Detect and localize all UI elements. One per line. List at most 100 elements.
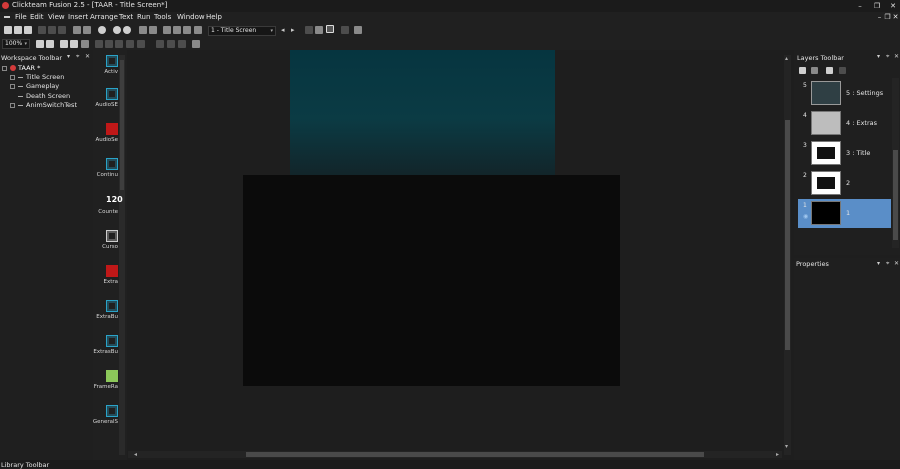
menu-edit[interactable]: Edit [30, 13, 44, 21]
layout-icon[interactable] [163, 26, 171, 34]
menu-file[interactable]: File [15, 13, 27, 21]
align-center-icon[interactable] [167, 40, 175, 48]
snap-icon[interactable] [149, 26, 157, 34]
brush-tool-icon[interactable] [46, 40, 54, 48]
frame-select[interactable]: 1 - Title Screen ▾ [208, 26, 276, 36]
layer-row[interactable]: 5 5 : Settings [798, 79, 891, 108]
general-object-icon[interactable] [106, 405, 118, 417]
pin-icon[interactable]: ⌖ [886, 260, 889, 268]
layer-row[interactable]: 22 [798, 169, 891, 198]
delete-layer-icon[interactable] [811, 67, 818, 74]
system-menu-icon[interactable] [4, 16, 10, 18]
collapse-icon[interactable] [2, 65, 7, 71]
close-button[interactable]: ✕ [886, 1, 900, 11]
panel-menu-icon[interactable]: ▾ [67, 53, 70, 60]
tree-item-animswitchtest[interactable]: AnimSwitchTest [10, 101, 77, 109]
layer-row[interactable]: 1 ◉ 1 [798, 199, 891, 228]
next-frame-icon[interactable]: ▸ [291, 26, 295, 34]
vertical-scroll-thumb[interactable] [785, 120, 790, 350]
pin-icon[interactable]: ⌖ [886, 53, 889, 61]
redo-icon[interactable] [83, 26, 91, 34]
expand-icon[interactable] [10, 74, 15, 80]
active-object-icon[interactable] [106, 55, 118, 67]
red-object-icon[interactable] [106, 123, 118, 135]
pin-icon[interactable]: ⌖ [76, 53, 79, 61]
expand-icon[interactable] [10, 83, 15, 89]
tree-item-death-screen[interactable]: Death Screen [18, 92, 70, 100]
menu-text[interactable]: Text [119, 13, 133, 21]
menu-tools[interactable]: Tools [154, 13, 171, 21]
menu-help[interactable]: Help [206, 13, 222, 21]
save-icon[interactable] [24, 26, 32, 34]
bold-icon[interactable] [105, 40, 113, 48]
align-left-icon[interactable] [156, 40, 164, 48]
frame-area[interactable] [243, 175, 620, 386]
help-icon[interactable] [98, 26, 106, 34]
close-panel-icon[interactable]: ✕ [894, 53, 899, 60]
grid-setup-icon[interactable] [70, 40, 78, 48]
storyboard-icon[interactable] [194, 26, 202, 34]
frame-view-icon[interactable] [305, 26, 313, 34]
restore-button[interactable]: ❐ [870, 1, 884, 11]
add-layer-icon[interactable] [799, 67, 806, 74]
tree-item-gameplay[interactable]: Gameplay [10, 82, 59, 90]
menu-view[interactable]: View [48, 13, 65, 21]
menu-insert[interactable]: Insert [68, 13, 88, 21]
visibility-eye-icon[interactable]: ◉ [803, 213, 808, 220]
close-panel-icon[interactable]: ✕ [894, 260, 899, 267]
event-view-icon[interactable] [341, 26, 349, 34]
scroll-left-icon[interactable]: ◂ [134, 451, 137, 458]
zoom-select[interactable]: 100% ▾ [2, 39, 30, 49]
scroll-down-icon[interactable]: ▾ [785, 443, 788, 450]
run-forward-icon[interactable] [123, 26, 131, 34]
new-file-icon[interactable] [4, 26, 12, 34]
open-folder-icon[interactable] [14, 26, 22, 34]
layer-row[interactable]: 3 3 : Title [798, 139, 891, 168]
align-right-icon[interactable] [178, 40, 186, 48]
italic-icon[interactable] [115, 40, 123, 48]
fit-window-icon[interactable] [192, 40, 200, 48]
expand-icon[interactable] [10, 102, 15, 108]
menu-run[interactable]: Run [137, 13, 150, 21]
mdi-minimize-button[interactable]: – [876, 12, 883, 22]
cut-icon[interactable] [38, 26, 46, 34]
storyboard-view-icon[interactable] [315, 26, 323, 34]
data-elements-icon[interactable] [354, 26, 362, 34]
paste-icon[interactable] [58, 26, 66, 34]
copy-icon[interactable] [48, 26, 56, 34]
lock-icon[interactable] [839, 67, 846, 74]
layer-row[interactable]: 4 4 : Extras [798, 109, 891, 138]
layer-effects-icon[interactable] [826, 67, 833, 74]
hand-tool-icon[interactable] [36, 40, 44, 48]
frame-editor-view-icon[interactable] [326, 25, 334, 33]
previous-frame-icon[interactable]: ◂ [281, 26, 285, 34]
continue-object-icon[interactable] [106, 158, 118, 170]
run-back-icon[interactable] [113, 26, 121, 34]
underline-icon[interactable] [126, 40, 134, 48]
layers-scroll-thumb[interactable] [893, 150, 898, 240]
object-list-scroll-thumb[interactable] [120, 60, 124, 190]
align-icon[interactable] [60, 40, 68, 48]
framerate-object-icon[interactable] [106, 370, 118, 382]
mdi-close-button[interactable]: ✕ [892, 12, 899, 22]
scroll-up-icon[interactable]: ▴ [785, 55, 788, 62]
menu-window[interactable]: Window [177, 13, 205, 21]
counter-object-icon[interactable]: 120 [106, 195, 123, 207]
close-panel-icon[interactable]: ✕ [85, 53, 90, 60]
panel-menu-icon[interactable]: ▾ [877, 53, 880, 60]
font-size-icon[interactable] [95, 40, 103, 48]
minimize-button[interactable]: – [853, 1, 867, 11]
horizontal-scroll-thumb[interactable] [246, 452, 704, 457]
panel-menu-icon[interactable]: ▾ [877, 260, 880, 267]
red-object-icon[interactable] [106, 265, 118, 277]
snap-grid-icon[interactable] [81, 40, 89, 48]
text-color-icon[interactable] [137, 40, 145, 48]
menu-arrange[interactable]: Arrange [90, 13, 118, 21]
extras-button-icon[interactable] [106, 335, 118, 347]
undo-icon[interactable] [73, 26, 81, 34]
cursor-object-icon[interactable] [106, 230, 118, 242]
zoom-fit-icon[interactable] [173, 26, 181, 34]
tree-item-title-screen[interactable]: Title Screen [10, 73, 64, 81]
event-editor-icon[interactable] [183, 26, 191, 34]
mdi-restore-button[interactable]: ❐ [884, 12, 891, 22]
